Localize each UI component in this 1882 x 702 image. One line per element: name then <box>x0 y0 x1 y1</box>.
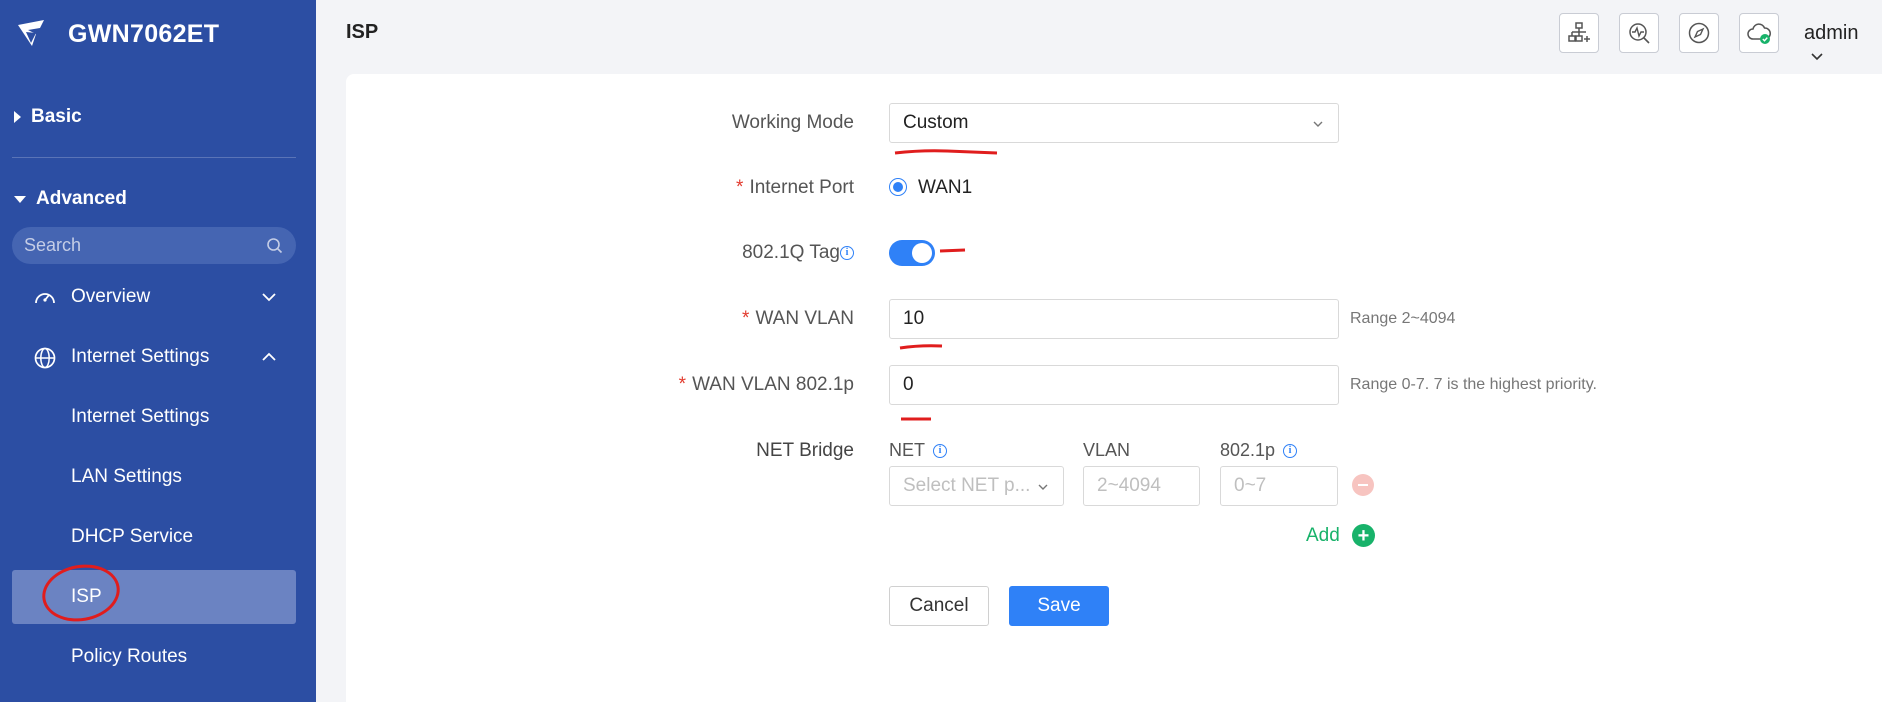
8021p-header-text: 802.1p <box>1220 440 1276 460</box>
wan-vlan-8021p-label-text: WAN VLAN 802.1p <box>692 374 854 395</box>
chevron-down-icon <box>262 293 276 302</box>
network-topology-button[interactable] <box>1559 13 1599 53</box>
info-icon[interactable]: i <box>1283 443 1298 458</box>
working-mode-label: Working Mode <box>732 112 854 134</box>
vlan-column-header: VLAN <box>1083 440 1130 461</box>
sidebar-search[interactable] <box>12 227 296 264</box>
chevron-down-icon <box>1038 484 1048 490</box>
net-header-text: NET <box>889 440 925 460</box>
sidebar-section-advanced[interactable]: Advanced <box>14 188 127 210</box>
sidebar-search-input[interactable] <box>24 235 266 256</box>
page-title: ISP <box>346 21 379 43</box>
wan-vlan-label-text: WAN VLAN <box>755 308 854 329</box>
diagnostics-button[interactable] <box>1619 13 1659 53</box>
brand[interactable]: GWN7062ET <box>14 14 219 54</box>
dashboard-gauge-icon <box>35 293 55 304</box>
chevron-down-icon <box>1313 121 1323 127</box>
globe-icon <box>34 347 56 369</box>
sidebar-section-basic-label: Basic <box>31 106 82 127</box>
sidebar-subitem-isp[interactable]: ISP <box>12 570 296 624</box>
sidebar-item-overview[interactable]: Overview <box>12 270 296 324</box>
sidebar-section-basic[interactable]: Basic <box>14 106 82 128</box>
user-name: admin <box>1804 22 1859 44</box>
sidebar-subitem-label: LAN Settings <box>71 466 182 487</box>
net-bridge-label-text: NET Bridge <box>756 440 854 461</box>
net-select[interactable]: Select NET p... <box>889 466 1064 506</box>
annotation-underline-mark <box>899 344 943 350</box>
sidebar-item-internet-settings[interactable]: Internet Settings <box>12 330 296 384</box>
wan-vlan-hint: Range 2~4094 <box>1350 310 1456 327</box>
cloud-check-icon <box>1747 23 1771 44</box>
sidebar-item-overview-label: Overview <box>71 286 151 307</box>
bridge-vlan-input[interactable] <box>1097 475 1186 497</box>
sidebar-item-internet-settings-label: Internet Settings <box>71 346 210 367</box>
annotation-dash-mark <box>939 248 966 253</box>
cloud-button[interactable] <box>1739 13 1779 53</box>
wan-vlan-8021p-field[interactable] <box>889 365 1339 405</box>
sidebar-subitem-label: DHCP Service <box>71 526 194 547</box>
sidebar-subitem-lan-settings[interactable]: LAN Settings <box>12 450 296 504</box>
8021p-column-header: 802.1p i <box>1220 440 1298 461</box>
wan-vlan-field[interactable] <box>889 299 1339 339</box>
wan-vlan-8021p-hint: Range 0-7. 7 is the highest priority. <box>1350 376 1597 393</box>
sidebar-subitem-dhcp-service[interactable]: DHCP Service <box>12 510 296 564</box>
sidebar-subitem-label: Internet Settings <box>71 406 210 427</box>
vlan-header-text: VLAN <box>1083 440 1131 460</box>
user-menu[interactable]: admin <box>1804 22 1882 68</box>
required-asterisk: * <box>736 177 744 198</box>
add-circle-icon[interactable]: + <box>1352 524 1375 547</box>
cancel-button[interactable]: Cancel <box>889 586 989 626</box>
required-asterisk: * <box>678 374 687 395</box>
sidebar-divider <box>12 157 296 158</box>
sidebar-subitem-label: ISP <box>71 586 102 607</box>
sidebar-subitem-internet-settings[interactable]: Internet Settings <box>12 390 296 444</box>
compass-icon <box>1688 22 1710 44</box>
net-column-header: NET i <box>889 440 947 461</box>
internet-port-label: * Internet Port <box>736 177 854 199</box>
sidebar: GWN7062ET Basic Advanced Overview <box>0 0 316 702</box>
remove-row-button[interactable] <box>1352 474 1374 496</box>
net-bridge-label: NET Bridge <box>756 440 854 462</box>
bridge-vlan-field[interactable] <box>1083 466 1200 506</box>
bridge-8021p-input[interactable] <box>1234 475 1324 497</box>
working-mode-select[interactable]: Custom <box>889 103 1339 143</box>
info-icon[interactable]: i <box>933 443 947 458</box>
brand-name: GWN7062ET <box>68 19 220 48</box>
wan-vlan-label: * WAN VLAN <box>742 308 854 330</box>
wan-vlan-8021p-label: * WAN VLAN 802.1p <box>679 374 854 396</box>
grandstream-logo-icon <box>18 20 44 46</box>
annotation-underline-mark <box>894 149 998 155</box>
tag-8021q-toggle[interactable] <box>889 240 935 266</box>
diagnostics-icon <box>1629 23 1650 44</box>
info-icon[interactable]: i <box>840 245 854 260</box>
sidebar-subitem-label: Policy Routes <box>71 646 188 667</box>
sidebar-section-advanced-label: Advanced <box>36 188 127 209</box>
isp-settings-card: Working Mode Custom * Internet Port WAN1 … <box>346 74 1882 702</box>
tag-8021q-label-text: 802.1Q Tag <box>742 242 840 263</box>
add-bridge-link[interactable]: Add <box>1306 525 1340 547</box>
wan1-radio-label[interactable]: WAN1 <box>918 177 972 199</box>
net-select-placeholder: Select NET p... <box>903 475 1031 496</box>
caret-down-icon <box>14 195 26 203</box>
network-add-icon <box>1568 22 1590 42</box>
caret-right-icon <box>14 111 21 123</box>
working-mode-label-text: Working Mode <box>731 112 854 133</box>
navigation-button[interactable] <box>1679 13 1719 53</box>
required-asterisk: * <box>742 308 750 329</box>
search-icon[interactable] <box>266 237 284 255</box>
wan-vlan-input[interactable] <box>903 308 1325 330</box>
chevron-down-icon <box>1811 53 1823 61</box>
bridge-8021p-field[interactable] <box>1220 466 1338 506</box>
internet-port-label-text: Internet Port <box>749 177 854 198</box>
tag-8021q-label: 802.1Q Tag i <box>742 242 854 264</box>
wan-vlan-8021p-input[interactable] <box>903 374 1325 396</box>
wan1-radio[interactable] <box>889 178 907 196</box>
sidebar-subitem-policy-routes[interactable]: Policy Routes <box>12 630 296 684</box>
working-mode-value: Custom <box>903 112 969 133</box>
chevron-up-icon <box>262 352 276 361</box>
save-button[interactable]: Save <box>1009 586 1109 626</box>
annotation-dash-mark <box>901 417 931 421</box>
